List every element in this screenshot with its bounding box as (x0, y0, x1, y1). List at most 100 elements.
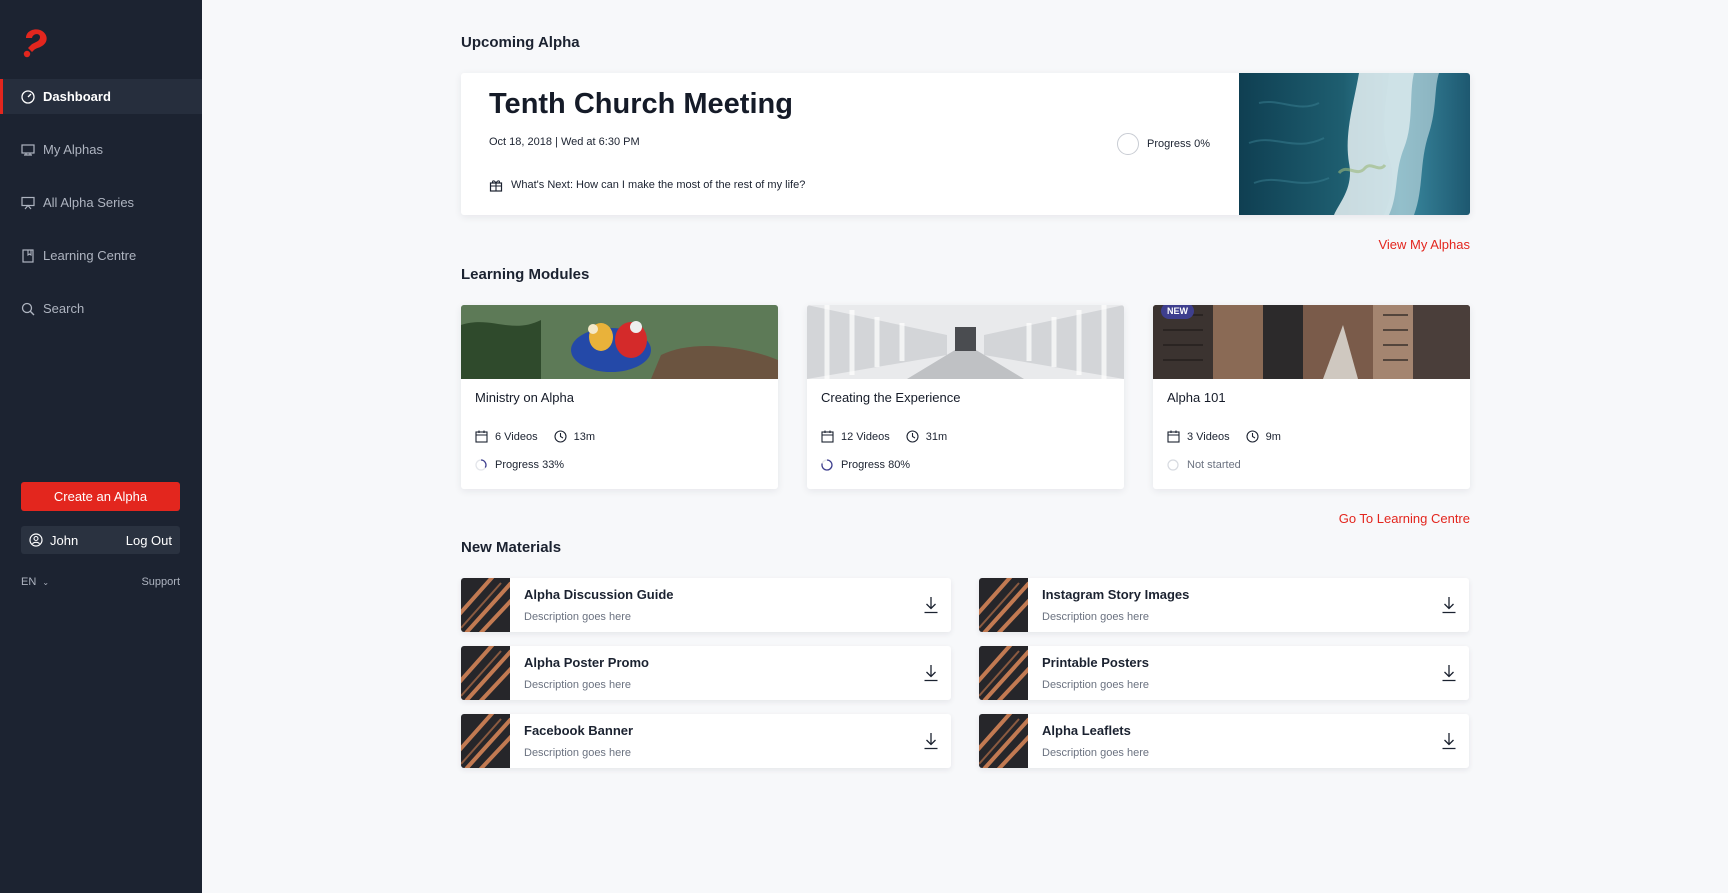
material-thumbnail (461, 578, 510, 632)
upcoming-section-title: Upcoming Alpha (461, 34, 580, 51)
gift-icon (489, 180, 503, 192)
create-alpha-button[interactable]: Create an Alpha (21, 482, 180, 511)
support-link[interactable]: Support (141, 576, 180, 588)
module-videos: 12 Videos (841, 430, 890, 443)
module-thumbnail (807, 305, 1124, 379)
module-progress-label: Not started (1187, 459, 1241, 471)
whats-next: What's Next: How can I make the most of … (489, 178, 805, 192)
module-thumbnail (1153, 305, 1470, 379)
download-icon[interactable] (923, 732, 939, 750)
materials-section-title: New Materials (461, 539, 562, 556)
sidebar-item-label: Search (43, 301, 85, 316)
search-icon (21, 302, 35, 316)
book-icon (21, 248, 35, 263)
download-icon[interactable] (1441, 664, 1457, 682)
download-icon[interactable] (923, 664, 939, 682)
material-thumbnail (461, 714, 510, 768)
upcoming-date: Oct 18, 2018 | Wed at 6:30 PM (489, 136, 640, 148)
upcoming-image (1239, 73, 1470, 215)
alpha-logo[interactable] (20, 28, 52, 58)
material-title: Printable Posters (1042, 655, 1149, 670)
material-description: Description goes here (524, 679, 632, 691)
upcoming-progress: Progress 0% (1117, 133, 1210, 155)
user-name[interactable]: John (50, 533, 78, 548)
material-description: Description goes here (1042, 611, 1150, 623)
module-videos: 6 Videos (495, 430, 538, 443)
material-title: Alpha Leaflets (1042, 723, 1131, 738)
sidebar-item-dashboard[interactable]: Dashboard (0, 79, 202, 114)
go-to-learning-centre-link[interactable]: Go To Learning Centre (1339, 511, 1470, 526)
progress-label: Progress 0% (1147, 138, 1210, 150)
material-item[interactable]: Facebook Banner Description goes here (461, 714, 951, 768)
calendar-icon (821, 430, 834, 443)
sidebar-item-label: Dashboard (43, 89, 111, 104)
material-title: Alpha Discussion Guide (524, 587, 674, 602)
logout-button[interactable]: Log Out (126, 533, 172, 548)
calendar-icon (475, 430, 488, 443)
module-duration: 31m (925, 430, 948, 443)
material-description: Description goes here (524, 611, 632, 623)
progress-ring-icon (1117, 133, 1139, 155)
sidebar-item-learning-centre[interactable]: Learning Centre (0, 238, 202, 273)
module-meta: 6 Videos 13m (475, 430, 595, 443)
sidebar-item-all-alpha-series[interactable]: All Alpha Series (0, 185, 202, 220)
material-title: Alpha Poster Promo (524, 655, 649, 670)
learning-modules: Ministry on Alpha 6 Videos 13m Progress … (461, 305, 1470, 489)
module-title: Alpha 101 (1167, 390, 1226, 405)
progress-ring-icon (1167, 459, 1179, 471)
new-badge: NEW (1161, 305, 1194, 319)
module-meta: 3 Videos 9m (1167, 430, 1281, 443)
material-description: Description goes here (524, 747, 632, 759)
module-duration: 9m (1265, 430, 1281, 443)
calendar-icon (1167, 430, 1180, 443)
progress-ring-icon (821, 459, 833, 471)
progress-ring-icon (475, 459, 487, 471)
module-progress: Not started (1167, 459, 1241, 471)
module-thumbnail (461, 305, 778, 379)
module-card[interactable]: Creating the Experience 12 Videos 31m Pr… (807, 305, 1124, 489)
presentation-icon (21, 196, 35, 210)
language-label: EN (21, 576, 37, 588)
learning-section-title: Learning Modules (461, 266, 590, 283)
module-title: Ministry on Alpha (475, 390, 574, 405)
module-progress: Progress 80% (821, 459, 910, 471)
material-item[interactable]: Instagram Story Images Description goes … (979, 578, 1469, 632)
module-title: Creating the Experience (821, 390, 961, 405)
upcoming-alpha-card[interactable]: Tenth Church Meeting Oct 18, 2018 | Wed … (461, 73, 1470, 215)
module-meta: 12 Videos 31m (821, 430, 947, 443)
sidebar-nav: Dashboard My Alphas All Alpha Series Lea… (0, 79, 202, 344)
user-icon[interactable] (29, 533, 43, 547)
chevron-down-icon: ⌄ (42, 578, 50, 587)
download-icon[interactable] (1441, 732, 1457, 750)
material-item[interactable]: Alpha Poster Promo Description goes here (461, 646, 951, 700)
sidebar-item-search[interactable]: Search (0, 291, 202, 326)
module-progress-label: Progress 33% (495, 459, 565, 471)
material-thumbnail (979, 578, 1028, 632)
material-thumbnail (461, 646, 510, 700)
sidebar: Dashboard My Alphas All Alpha Series Lea… (0, 0, 202, 893)
clock-icon (554, 430, 567, 443)
view-my-alphas-link[interactable]: View My Alphas (1378, 237, 1470, 252)
screen-icon (21, 143, 35, 157)
sidebar-item-label: Learning Centre (43, 248, 137, 263)
material-title: Instagram Story Images (1042, 587, 1190, 602)
material-thumbnail (979, 714, 1028, 768)
material-description: Description goes here (1042, 679, 1150, 691)
module-duration: 13m (573, 430, 596, 443)
module-card[interactable]: Ministry on Alpha 6 Videos 13m Progress … (461, 305, 778, 489)
sidebar-item-label: My Alphas (43, 142, 103, 157)
material-item[interactable]: Alpha Discussion Guide Description goes … (461, 578, 951, 632)
material-thumbnail (979, 646, 1028, 700)
module-card[interactable]: NEW Alpha 101 3 Videos 9m Not started (1153, 305, 1470, 489)
download-icon[interactable] (1441, 596, 1457, 614)
whats-next-text: What's Next: How can I make the most of … (511, 179, 806, 191)
sidebar-item-my-alphas[interactable]: My Alphas (0, 132, 202, 167)
material-item[interactable]: Alpha Leaflets Description goes here (979, 714, 1469, 768)
material-item[interactable]: Printable Posters Description goes here (979, 646, 1469, 700)
clock-icon (1246, 430, 1259, 443)
download-icon[interactable] (923, 596, 939, 614)
sidebar-item-label: All Alpha Series (43, 195, 135, 210)
module-videos: 3 Videos (1187, 430, 1230, 443)
user-box: John Log Out (21, 526, 180, 554)
language-selector[interactable]: EN ⌄ (21, 576, 49, 588)
